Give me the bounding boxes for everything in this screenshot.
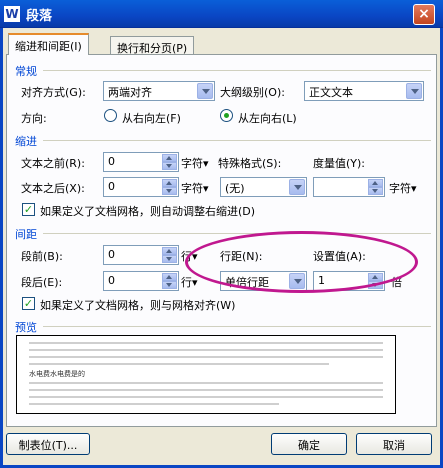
space-before-spinner[interactable]: 0 (103, 245, 179, 265)
preview-line (29, 389, 383, 391)
measure-spinner[interactable] (313, 177, 385, 197)
space-before-unit[interactable]: 行▾ (181, 248, 198, 264)
auto-adjust-checkbox[interactable]: ✓ (22, 203, 35, 216)
dropdown-arrow-icon[interactable] (289, 273, 305, 289)
preview-sample-text: 水电费水电费是的 (29, 370, 85, 378)
space-after-spinner[interactable]: 0 (103, 271, 179, 291)
tab-line-page-breaks[interactable]: 换行和分页(P) (110, 36, 195, 56)
indent-after-value: 0 (108, 180, 115, 193)
ltr-radio[interactable] (220, 109, 233, 122)
space-before-unit-text: 行 (181, 250, 192, 263)
spacing-section-label: 间距 (15, 228, 37, 241)
set-value-unit: 倍 (391, 276, 402, 289)
spin-up-icon[interactable] (368, 273, 383, 281)
tab-indent-spacing[interactable]: 缩进和间距(I) (8, 33, 89, 55)
divider (43, 326, 431, 327)
tabs-button[interactable]: 制表位(T)... (6, 433, 90, 455)
spin-down-icon[interactable] (162, 162, 177, 170)
preview-area: 水电费水电费是的 (16, 335, 396, 414)
close-icon: × (418, 6, 430, 22)
spin-down-icon[interactable] (368, 187, 383, 195)
ltr-label[interactable]: 从左向右(L) (238, 110, 297, 126)
spin-down-icon[interactable] (162, 281, 177, 289)
indent-before-unit[interactable]: 字符▾ (181, 155, 209, 171)
special-format-value: (无) (225, 182, 245, 195)
outline-level-value: 正文文本 (309, 86, 353, 99)
indent-after-unit-text: 字符 (181, 182, 203, 195)
preview-section-label: 预览 (15, 321, 37, 334)
dialog-title: 段落 (26, 9, 53, 24)
direction-label: 方向: (21, 112, 47, 125)
indent-before-label: 文本之前(R): (21, 157, 85, 170)
line-spacing-select[interactable]: 单倍行距 (220, 271, 307, 291)
preview-line (29, 396, 383, 398)
set-value-value: 1 (318, 274, 325, 287)
preview-line (29, 356, 383, 358)
divider (43, 140, 431, 141)
preview-line (29, 382, 383, 384)
indent-before-value: 0 (108, 155, 115, 168)
preview-line (29, 342, 383, 344)
spin-up-icon[interactable] (368, 179, 383, 187)
special-format-label: 特殊格式(S): (218, 157, 282, 170)
space-before-label: 段前(B): (21, 250, 63, 263)
close-button[interactable]: × (413, 4, 435, 25)
space-after-unit-text: 行 (181, 276, 192, 289)
wps-writer-icon: W (4, 6, 20, 22)
space-before-value: 0 (108, 248, 115, 261)
measure-unit-text: 字符 (389, 182, 411, 195)
spin-down-icon[interactable] (162, 255, 177, 263)
line-spacing-label: 行距(N): (220, 250, 263, 263)
space-after-unit[interactable]: 行▾ (181, 274, 198, 290)
dropdown-arrow-icon[interactable] (289, 179, 305, 195)
spin-up-icon[interactable] (162, 179, 177, 187)
indent-section-label: 缩进 (15, 135, 37, 148)
title-bar: W 段落 × (0, 0, 443, 28)
spin-down-icon[interactable] (368, 281, 383, 289)
snap-grid-label[interactable]: 如果定义了文档网格，则与网格对齐(W) (40, 297, 235, 313)
indent-after-unit[interactable]: 字符▾ (181, 180, 209, 196)
preview-line (29, 349, 383, 351)
spin-up-icon[interactable] (162, 273, 177, 281)
measure-label: 度量值(Y): (313, 157, 366, 170)
rtl-label[interactable]: 从右向左(F) (122, 110, 181, 126)
spin-down-icon[interactable] (162, 187, 177, 195)
auto-adjust-label[interactable]: 如果定义了文档网格，则自动调整右缩进(D) (40, 203, 255, 219)
space-after-value: 0 (108, 274, 115, 287)
alignment-label: 对齐方式(G): (21, 86, 86, 99)
general-section-label: 常规 (15, 65, 37, 78)
divider (43, 70, 431, 71)
alignment-value: 两端对齐 (108, 86, 152, 99)
preview-line (29, 363, 329, 365)
line-spacing-value: 单倍行距 (225, 276, 269, 289)
divider (43, 233, 431, 234)
indent-before-unit-text: 字符 (181, 157, 203, 170)
dropdown-arrow-icon[interactable] (197, 83, 213, 99)
set-value-spinner[interactable]: 1 (313, 271, 385, 291)
rtl-radio[interactable] (104, 109, 117, 122)
indent-after-label: 文本之后(X): (21, 182, 85, 195)
special-format-select[interactable]: (无) (220, 177, 307, 197)
snap-grid-checkbox[interactable]: ✓ (22, 297, 35, 310)
cancel-button[interactable]: 取消 (356, 433, 432, 455)
dropdown-arrow-icon[interactable] (406, 83, 422, 99)
outline-level-select[interactable]: 正文文本 (304, 81, 424, 101)
set-value-label: 设置值(A): (313, 250, 366, 263)
preview-line (29, 403, 279, 405)
alignment-select[interactable]: 两端对齐 (103, 81, 215, 101)
indent-after-spinner[interactable]: 0 (103, 177, 179, 197)
space-after-label: 段后(E): (21, 276, 63, 289)
measure-unit[interactable]: 字符▾ (389, 180, 417, 196)
indent-before-spinner[interactable]: 0 (103, 152, 179, 172)
spin-up-icon[interactable] (162, 247, 177, 255)
outline-level-label: 大纲级别(O): (220, 86, 285, 99)
spin-up-icon[interactable] (162, 154, 177, 162)
ok-button[interactable]: 确定 (271, 433, 347, 455)
